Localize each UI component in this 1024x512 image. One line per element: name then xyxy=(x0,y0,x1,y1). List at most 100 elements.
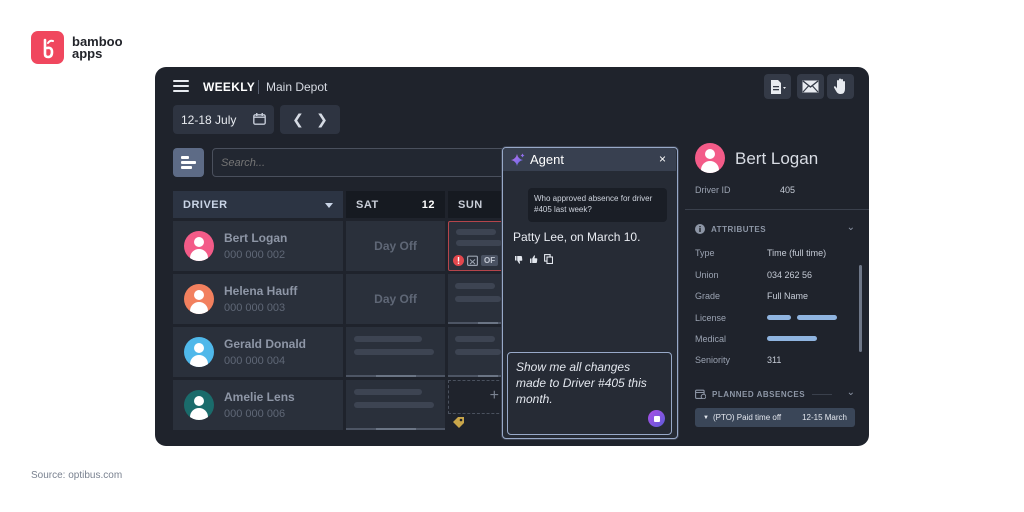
driver-column-header[interactable]: DRIVER xyxy=(173,191,343,218)
driver-row[interactable]: Gerald Donald 000 000 004 xyxy=(173,327,343,377)
source-caption: Source: optibus.com xyxy=(31,470,123,481)
day-number: 12 xyxy=(421,199,435,211)
top-bar: WEEKLY Main Depot xyxy=(155,67,869,107)
scrollbar[interactable] xyxy=(859,265,862,352)
attribute-label: Seniority xyxy=(695,355,731,365)
shift-cell[interactable] xyxy=(346,327,445,377)
chevron-down-icon xyxy=(325,203,333,208)
week-navigation: ❮ ❯ xyxy=(280,105,340,134)
driver-name: Bert Logan xyxy=(224,231,288,245)
shift-cell-day-off[interactable]: Day Off xyxy=(346,274,445,324)
attributes-label: ATTRIBUTES xyxy=(711,224,767,234)
day-header-sat: SAT 12 xyxy=(346,191,445,218)
close-icon[interactable]: × xyxy=(659,152,666,166)
avatar xyxy=(184,390,214,420)
absences-label: PLANNED ABSENCES xyxy=(712,389,806,399)
divider xyxy=(685,209,869,210)
search-input[interactable] xyxy=(212,148,507,177)
attribute-label: License xyxy=(695,313,727,323)
agent-answer: Patty Lee, on March 10. xyxy=(513,230,641,244)
feedback-icons xyxy=(514,251,554,269)
chevron-down-icon[interactable]: ⌄ xyxy=(847,387,855,398)
stop-button[interactable] xyxy=(648,410,665,427)
avatar xyxy=(695,143,725,173)
agent-title: Agent xyxy=(530,152,564,167)
day-label: SAT xyxy=(356,198,379,211)
attribute-label: Union xyxy=(695,270,719,280)
view-mode-label[interactable]: WEEKLY xyxy=(203,80,255,94)
stop-icon xyxy=(653,415,660,422)
shift-cell[interactable] xyxy=(448,327,504,377)
document-icon xyxy=(770,79,786,94)
thumbs-up-icon[interactable] xyxy=(529,251,538,269)
avatar xyxy=(184,284,214,314)
app-window: WEEKLY Main Depot 12-18 July ❮ ❯ Search.… xyxy=(155,67,869,446)
calendar-icon xyxy=(253,113,266,125)
chevron-down-icon[interactable]: ⌄ xyxy=(847,222,855,233)
chevron-right-icon[interactable]: ❯ xyxy=(316,111,328,128)
attribute-label: Medical xyxy=(695,334,727,344)
depot-label[interactable]: Main Depot xyxy=(266,80,327,94)
page: bamboo apps WEEKLY Main Depot 12-18 July… xyxy=(0,0,1024,512)
caret-down-icon: ▼ xyxy=(703,414,709,421)
driver-name: Helena Hauff xyxy=(224,284,298,298)
date-range-picker[interactable]: 12-18 July xyxy=(173,105,274,134)
driver-row[interactable]: Bert Logan 000 000 002 xyxy=(173,221,343,271)
divider xyxy=(258,80,259,94)
off-badge: OF xyxy=(481,255,499,266)
sparkle-icon xyxy=(511,153,525,166)
absences-section-header[interactable]: PLANNED ABSENCES xyxy=(695,389,805,399)
alert-icon xyxy=(453,255,464,266)
calendar-clock-icon xyxy=(695,389,706,399)
agent-prompt-input[interactable] xyxy=(507,352,672,435)
chevron-left-icon[interactable]: ❮ xyxy=(292,111,304,128)
attribute-value: 034 262 56 xyxy=(767,270,813,280)
attributes-section-header[interactable]: ATTRIBUTES xyxy=(695,224,766,234)
shift-cell[interactable] xyxy=(346,380,445,430)
driver-id-label: Driver ID xyxy=(695,185,731,195)
driver-id: 000 000 006 xyxy=(224,408,286,420)
avatar xyxy=(184,337,214,367)
driver-details-panel: Bert Logan Driver ID 405 ATTRIBUTES ⌄ Ty… xyxy=(685,137,869,446)
sort-bars-icon xyxy=(180,155,196,169)
add-shift-cell[interactable]: + xyxy=(448,380,504,414)
hand-tool-button[interactable] xyxy=(827,74,854,99)
attribute-label: Type xyxy=(695,248,715,258)
shift-cell[interactable] xyxy=(448,274,504,324)
plus-icon: + xyxy=(489,387,499,404)
copy-icon[interactable] xyxy=(544,251,554,269)
thumbs-down-icon[interactable] xyxy=(514,251,523,269)
day-header-sun: SUN xyxy=(448,191,508,218)
attribute-value: 311 xyxy=(767,355,782,365)
user-message: Who approved absence for driver #405 las… xyxy=(528,188,667,222)
driver-id: 000 000 002 xyxy=(224,249,286,261)
bamboo-logo-icon xyxy=(31,31,64,64)
driver-row[interactable]: Amelie Lens 000 000 006 xyxy=(173,380,343,430)
driver-name: Amelie Lens xyxy=(224,390,295,404)
hand-icon xyxy=(833,78,845,94)
sort-button[interactable] xyxy=(173,148,204,177)
absence-label: (PTO) Paid time off xyxy=(712,413,782,422)
driver-id: 000 000 003 xyxy=(224,302,286,314)
export-document-button[interactable] xyxy=(764,74,791,99)
shift-cell-day-off[interactable]: Day Off xyxy=(346,221,445,271)
attribute-value: Full Name xyxy=(767,291,809,301)
mail-icon xyxy=(802,80,819,93)
tag-icon xyxy=(453,417,464,428)
avatar xyxy=(184,231,214,261)
hamburger-menu-icon[interactable] xyxy=(173,80,189,92)
attribute-value: Time (full time) xyxy=(767,248,827,258)
shift-cell-alert[interactable]: OF xyxy=(448,221,504,271)
date-range-text: 12-18 July xyxy=(181,112,237,127)
driver-row[interactable]: Helena Hauff 000 000 003 xyxy=(173,274,343,324)
mail-button[interactable] xyxy=(797,74,824,99)
absence-item[interactable]: ▼ (PTO) Paid time off 12-15 March xyxy=(695,408,855,427)
agent-panel: Agent × Who approved absence for driver … xyxy=(502,147,678,439)
loading-placeholder xyxy=(767,336,817,341)
driver-header-label: DRIVER xyxy=(183,198,228,211)
agent-header: Agent × xyxy=(503,148,676,171)
divider xyxy=(812,394,832,395)
driver-id: 000 000 004 xyxy=(224,355,286,367)
brand: bamboo apps xyxy=(31,31,132,64)
driver-id-value: 405 xyxy=(780,185,796,195)
